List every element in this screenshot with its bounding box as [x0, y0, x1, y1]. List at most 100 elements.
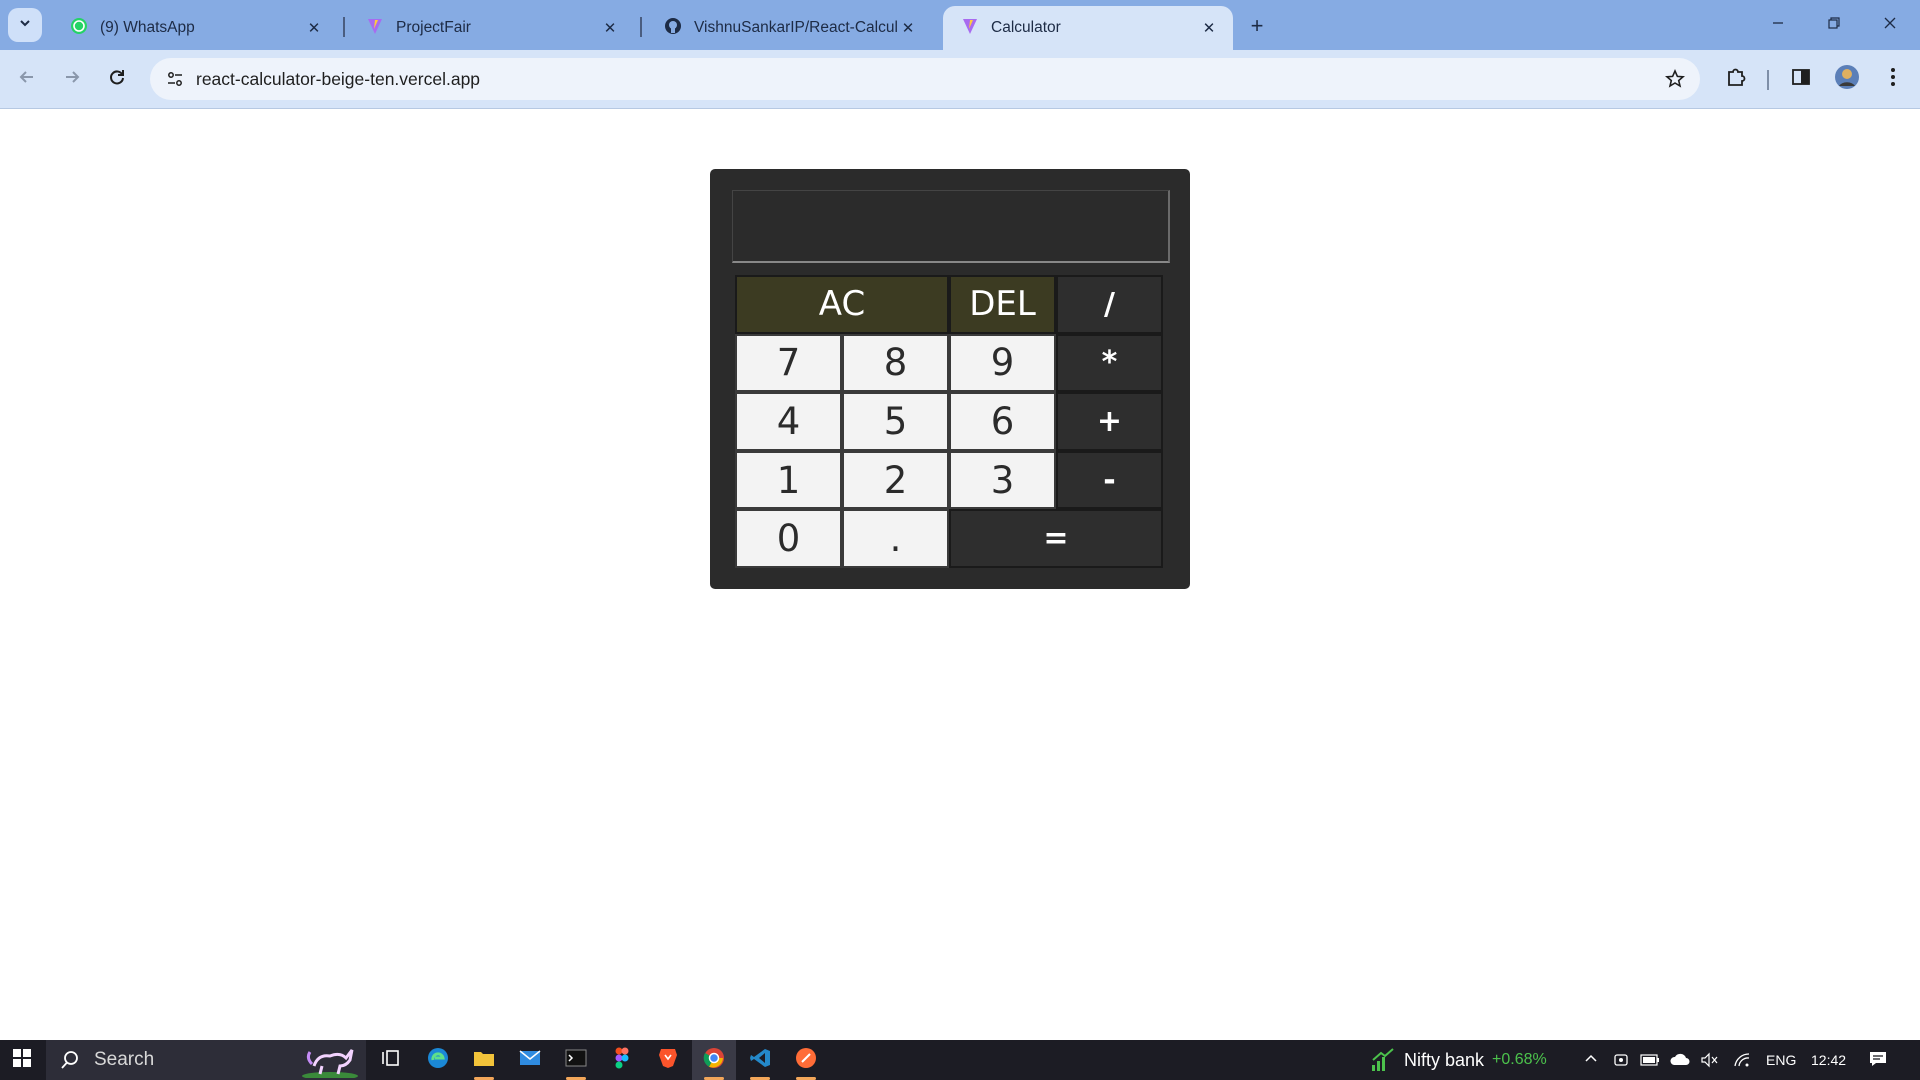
minimize-button[interactable]	[1750, 0, 1806, 50]
digit-7-button[interactable]: 7	[735, 333, 842, 393]
wifi-icon[interactable]	[1733, 1040, 1751, 1080]
tab-separator	[640, 17, 642, 37]
address-bar[interactable]: react-calculator-beige-ten.vercel.app	[150, 58, 1700, 100]
close-icon[interactable]: ✕	[304, 18, 324, 38]
decimal-button[interactable]: .	[842, 509, 949, 568]
all-clear-button[interactable]: AC	[735, 275, 949, 334]
taskbar-chrome[interactable]	[692, 1040, 736, 1080]
close-window-button[interactable]	[1862, 0, 1918, 50]
terminal-icon	[565, 1049, 587, 1072]
close-icon[interactable]: ✕	[1199, 18, 1219, 38]
side-panel-button[interactable]	[1784, 62, 1818, 96]
site-info-icon[interactable]	[160, 64, 190, 94]
start-button[interactable]	[0, 1040, 44, 1080]
new-tab-button[interactable]: +	[1243, 12, 1271, 40]
arrow-left-icon	[17, 67, 37, 92]
taskbar-postman[interactable]	[784, 1040, 828, 1080]
unicorn-icon	[300, 1042, 360, 1078]
digit-1-button[interactable]: 1	[735, 450, 842, 510]
menu-button[interactable]	[1876, 62, 1910, 96]
brave-icon	[658, 1047, 678, 1074]
chevron-up-icon	[1584, 1052, 1598, 1069]
delete-button[interactable]: DEL	[949, 275, 1056, 334]
close-icon[interactable]: ✕	[898, 18, 918, 38]
taskbar-edge[interactable]	[416, 1040, 460, 1080]
postman-icon	[795, 1047, 817, 1074]
show-hidden-icons-button[interactable]	[1584, 1040, 1598, 1080]
search-icon	[60, 1050, 80, 1070]
mail-icon	[519, 1049, 541, 1072]
notifications-button[interactable]	[1868, 1040, 1888, 1080]
notification-icon	[1868, 1050, 1888, 1071]
taskbar-search[interactable]: Search	[46, 1040, 366, 1080]
back-button[interactable]	[10, 62, 44, 96]
calculator: AC DEL/ 7 8 9 * 4 5 6 +1 2 3- 0. =	[710, 169, 1190, 589]
calculator-keypad: AC DEL/ 7 8 9 * 4 5 6 +1 2 3- 0. =	[735, 275, 1163, 568]
task-view-icon	[380, 1048, 400, 1073]
vscode-icon	[749, 1047, 771, 1074]
taskbar-mail[interactable]	[508, 1040, 552, 1080]
tab-title: (9) WhatsApp	[100, 19, 195, 36]
tab-whatsapp[interactable]: (9) WhatsApp ✕	[52, 6, 338, 50]
figma-icon	[615, 1047, 629, 1074]
extensions-button[interactable]	[1719, 62, 1753, 96]
multiply-button[interactable]: *	[1056, 333, 1163, 393]
tab-search-button[interactable]	[8, 8, 42, 42]
kebab-menu-icon	[1890, 67, 1896, 92]
close-icon[interactable]: ✕	[600, 18, 620, 38]
taskbar-file-explorer[interactable]	[462, 1040, 506, 1080]
clock[interactable]: 12:42	[1811, 1040, 1846, 1080]
tab-calculator[interactable]: Calculator ✕	[943, 6, 1233, 50]
meet-now-icon[interactable]	[1613, 1040, 1629, 1080]
tab-projectfair[interactable]: ProjectFair ✕	[348, 6, 634, 50]
close-icon	[1883, 16, 1897, 35]
battery-icon[interactable]	[1640, 1040, 1660, 1080]
ticker-change: +0.68%	[1492, 1051, 1547, 1068]
digit-0-button[interactable]: 0	[735, 509, 842, 568]
taskbar-figma[interactable]	[600, 1040, 644, 1080]
browser-toolbar: react-calculator-beige-ten.vercel.app	[0, 50, 1920, 109]
windows-icon	[12, 1048, 32, 1073]
side-panel-icon	[1791, 67, 1811, 92]
stock-ticker-widget[interactable]: Nifty bank +0.68%	[1370, 1040, 1547, 1080]
tab-title: VishnuSankarIP/React-Calculator	[694, 19, 898, 36]
tab-github-repo[interactable]: VishnuSankarIP/React-Calculator ✕	[646, 6, 932, 50]
calculator-display	[732, 190, 1170, 263]
digit-2-button[interactable]: 2	[842, 450, 949, 510]
tab-title: Calculator	[991, 19, 1061, 36]
equals-button[interactable]: =	[949, 509, 1163, 568]
chevron-down-icon	[18, 16, 32, 35]
tab-title: ProjectFair	[396, 19, 471, 36]
plus-icon: +	[1250, 13, 1264, 38]
digit-5-button[interactable]: 5	[842, 392, 949, 451]
digit-6-button[interactable]: 6	[949, 392, 1056, 451]
taskbar-brave[interactable]	[646, 1040, 690, 1080]
url-text[interactable]: react-calculator-beige-ten.vercel.app	[196, 69, 480, 90]
digit-8-button[interactable]: 8	[842, 333, 949, 393]
restore-icon	[1827, 16, 1841, 35]
edge-icon	[427, 1047, 449, 1074]
restore-button[interactable]	[1806, 0, 1862, 50]
digit-3-button[interactable]: 3	[949, 450, 1056, 510]
forward-button[interactable]	[55, 62, 89, 96]
add-button[interactable]: +	[1056, 392, 1163, 451]
divide-button[interactable]: /	[1056, 275, 1163, 334]
digit-9-button[interactable]: 9	[949, 333, 1056, 393]
folder-icon	[473, 1048, 495, 1073]
toolbar-divider	[1767, 70, 1769, 90]
vite-icon	[366, 17, 384, 40]
whatsapp-icon	[70, 17, 88, 40]
onedrive-icon[interactable]	[1669, 1040, 1691, 1080]
language-indicator[interactable]: ENG	[1766, 1040, 1796, 1080]
reload-button[interactable]	[100, 62, 134, 96]
bookmark-star-icon[interactable]	[1662, 66, 1688, 92]
digit-4-button[interactable]: 4	[735, 392, 842, 451]
subtract-button[interactable]: -	[1056, 450, 1163, 510]
volume-muted-icon[interactable]	[1700, 1040, 1718, 1080]
task-view-button[interactable]	[368, 1040, 412, 1080]
taskbar-vscode[interactable]	[738, 1040, 782, 1080]
arrow-right-icon	[62, 67, 82, 92]
profile-button[interactable]	[1830, 62, 1864, 96]
reload-icon	[107, 67, 127, 92]
taskbar-terminal[interactable]	[554, 1040, 598, 1080]
